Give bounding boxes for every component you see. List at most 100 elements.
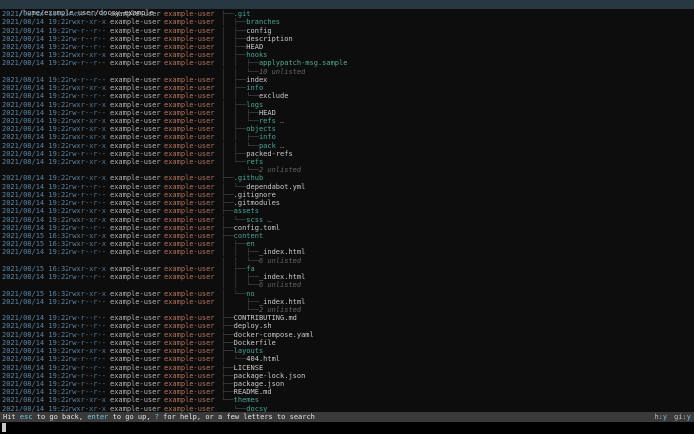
tree-row[interactable]: │ │ └── 6 unlisted <box>0 281 694 289</box>
tree-row[interactable]: 2021/08/14 19:22 rwxr-xr-x example-user exa… <box>0 133 694 141</box>
root-path-bar: /home/example-user/docsy-example <box>0 0 694 17</box>
tree-row[interactable]: 2021/08/14 19:22 rw-r--r-- example-user exa… <box>0 380 694 388</box>
tree-row[interactable]: 2021/08/15 16:32 rwxr-xr-x example-user exa… <box>0 232 694 240</box>
hint-key: enter <box>87 413 109 421</box>
entry-name: refs <box>246 158 264 167</box>
tree-row[interactable]: 2021/08/14 19:22 rwxr-xr-x example-user exa… <box>0 142 694 150</box>
entry-group: example-user <box>164 75 215 84</box>
tree-branch: ├── <box>221 199 234 208</box>
tree-row[interactable]: 2021/08/14 19:22 rw-r--r-- example-user exa… <box>0 314 694 322</box>
entry-owner: example-user <box>110 396 161 405</box>
entry-owner: example-user <box>110 42 161 51</box>
entry-date: 2021/08/14 19:22 <box>2 92 68 101</box>
tree-row[interactable]: 2021/08/15 16:32 rwxr-xr-x example-user exa… <box>0 240 694 248</box>
tree-row[interactable]: 2021/08/14 19:22 rwxr-xr-x example-user exa… <box>0 158 694 166</box>
tree-row[interactable]: 2021/08/14 19:22 rw-r--r-- example-user exa… <box>0 191 694 199</box>
tree-row[interactable]: 2021/08/14 19:22 rwxr-xr-x example-user exa… <box>0 207 694 215</box>
tree-row[interactable]: 2021/08/14 19:22 rw-r--r-- example-user exa… <box>0 248 694 256</box>
tree-row[interactable]: │ └── 2 unlisted <box>0 166 694 174</box>
entry-perms: rwxr-xr-x <box>68 215 106 224</box>
tree-row[interactable]: 2021/08/15 16:32 rwxr-xr-x example-user exa… <box>0 289 694 298</box>
tree-row[interactable]: 2021/08/14 19:22 rwxr-xr-x example-user exa… <box>0 100 694 109</box>
entry-owner: example-user <box>110 133 161 142</box>
tree-row[interactable]: 2021/08/14 19:22 rw-r--r-- example-user exa… <box>0 298 694 306</box>
entry-group: example-user <box>164 26 215 35</box>
search-input-line[interactable] <box>0 422 694 434</box>
entry-name: info <box>258 133 276 142</box>
entry-perms: rwxr-xr-x <box>68 396 106 405</box>
entry-group: example-user <box>164 141 215 150</box>
entry-group: example-user <box>164 240 215 249</box>
entry-date: 2021/08/14 19:22 <box>2 125 68 134</box>
tree-row[interactable]: 2021/08/14 19:22 rw-r--r-- example-user exa… <box>0 183 694 191</box>
tree-row[interactable]: 2021/08/14 19:22 rw-r--r-- example-user exa… <box>0 43 694 51</box>
tree-row[interactable]: 2021/08/14 19:22 rwxr-xr-x example-user exa… <box>0 84 694 92</box>
tree-row[interactable]: 2021/08/14 19:22 rw-r--r-- example-user exa… <box>0 150 694 158</box>
tree-row[interactable]: 2021/08/14 19:22 rwxr-xr-x example-user exa… <box>0 125 694 133</box>
tree-row[interactable]: 2021/08/14 19:22 rw-r--r-- example-user exa… <box>0 35 694 43</box>
tree-row[interactable]: 2021/08/14 19:22 rw-r--r-- example-user exa… <box>0 363 694 372</box>
tree-row[interactable]: │ │ └── 10 unlisted <box>0 68 694 76</box>
tree-row[interactable]: 2021/08/14 19:22 rwxr-xr-x example-user exa… <box>0 404 694 412</box>
entry-perms: rwxr-xr-x <box>68 264 106 273</box>
entry-date: 2021/08/14 19:22 <box>2 396 68 405</box>
tree-row[interactable]: 2021/08/14 19:22 rwxr-xr-x example-user exa… <box>0 18 694 26</box>
tree-row[interactable]: │ │ └── 6 unlisted <box>0 257 694 265</box>
entry-date: 2021/08/14 19:22 <box>2 116 68 125</box>
entry-owner: example-user <box>110 379 161 388</box>
entry-owner: example-user <box>110 347 161 356</box>
entry-perms: rwxr-xr-x <box>68 404 106 412</box>
tree-row[interactable]: 2021/08/14 19:22 rwxr-xr-x example-user exa… <box>0 117 694 125</box>
tree-row[interactable]: 2021/08/14 19:22 rwxr-xr-x example-user exa… <box>0 174 694 182</box>
tree-row[interactable]: 2021/08/14 19:22 rw-r--r-- example-user exa… <box>0 26 694 35</box>
entry-owner: example-user <box>110 92 161 101</box>
entry-perms: rwxr-xr-x <box>68 347 106 356</box>
tree-branch: │ └── <box>221 215 247 224</box>
entry-date: 2021/08/14 19:22 <box>2 363 68 372</box>
tree-row[interactable]: 2021/08/14 19:22 rw-r--r-- example-user exa… <box>0 322 694 330</box>
entry-perms: rwxr-xr-x <box>68 141 106 150</box>
flag-value: y <box>686 413 691 421</box>
status-flags: h:y gi:y <box>654 412 691 422</box>
tree-row[interactable]: 2021/08/14 19:22 rw-r--r-- example-user exa… <box>0 273 694 281</box>
tree-row[interactable]: 2021/08/14 19:22 rwxr-xr-x example-user exa… <box>0 51 694 59</box>
tree-row[interactable]: 2021/08/14 19:22 rw-r--r-- example-user exa… <box>0 59 694 67</box>
tree-branch: │ │ ├── <box>221 248 259 257</box>
tree-row[interactable]: 2021/08/14 19:22 rwxr-xr-x example-user exa… <box>0 347 694 355</box>
entry-perms: rw-r--r-- <box>68 34 106 43</box>
entry-owner: example-user <box>110 207 161 216</box>
tree-row[interactable]: 2021/08/14 19:22 rw-r--r-- example-user exa… <box>0 109 694 117</box>
entry-name: packed-refs <box>246 149 293 158</box>
entry-group: example-user <box>164 330 215 339</box>
tree-row[interactable]: 2021/08/14 19:22 rw-r--r-- example-user exa… <box>0 339 694 347</box>
tree-row[interactable]: 2021/08/14 19:22 rw-r--r-- example-user exa… <box>0 388 694 396</box>
tree-branch: │ └── <box>221 289 247 298</box>
tree-row[interactable]: 2021/08/14 19:22 rw-r--r-- example-user exa… <box>0 372 694 380</box>
tree-row[interactable]: 2021/08/14 19:22 rw-r--r-- example-user exa… <box>0 76 694 84</box>
tree-row[interactable]: 2021/08/14 19:22 rwxr-xr-x example-user exa… <box>0 10 694 18</box>
entry-owner: example-user <box>110 264 161 273</box>
entry-date: 2021/08/14 19:22 <box>2 379 68 388</box>
tree-row[interactable]: 2021/08/14 19:22 rw-r--r-- example-user exa… <box>0 355 694 363</box>
entry-owner: example-user <box>110 223 161 232</box>
entry-group: example-user <box>164 338 215 347</box>
entry-perms: rw-r--r-- <box>68 371 106 380</box>
tree-branch: │ │ └── <box>221 281 259 290</box>
tree-row[interactable]: 2021/08/14 19:22 rwxr-xr-x example-user exa… <box>0 396 694 404</box>
tree-row[interactable]: 2021/08/14 19:22 rwxr-xr-x example-user exa… <box>0 215 694 224</box>
entry-group: example-user <box>164 174 215 183</box>
tree-branch: └── <box>221 396 234 405</box>
entry-date: 2021/08/14 19:22 <box>2 248 68 257</box>
tree-row[interactable]: 2021/08/14 19:22 rw-r--r-- example-user exa… <box>0 224 694 232</box>
tree-row[interactable]: 2021/08/15 16:32 rwxr-xr-x example-user exa… <box>0 265 694 273</box>
entry-owner: example-user <box>110 289 161 298</box>
entry-group: example-user <box>164 379 215 388</box>
tree-row[interactable]: │ └── 2 unlisted <box>0 306 694 314</box>
entry-date: 2021/08/14 19:22 <box>2 371 68 380</box>
tree-row[interactable]: 2021/08/14 19:22 rw-r--r-- example-user exa… <box>0 92 694 100</box>
tree-row[interactable]: 2021/08/14 19:22 rw-r--r-- example-user exa… <box>0 199 694 207</box>
entry-name: pack <box>258 141 276 150</box>
entry-group: example-user <box>164 388 215 397</box>
entry-group: example-user <box>164 51 215 60</box>
tree-row[interactable]: 2021/08/14 19:22 rw-r--r-- example-user exa… <box>0 331 694 339</box>
